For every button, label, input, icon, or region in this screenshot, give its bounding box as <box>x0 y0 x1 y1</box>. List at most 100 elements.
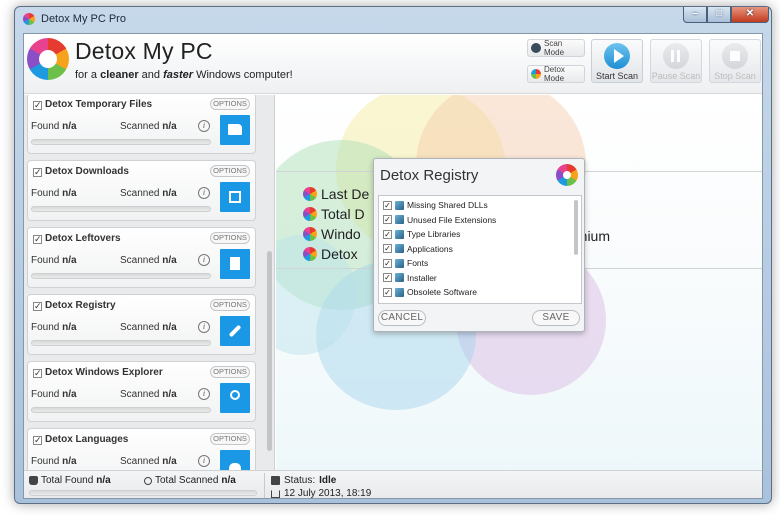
registry-option-label: Unused File Extensions <box>407 214 497 225</box>
registry-option-item[interactable]: ✓ Applications <box>383 242 453 256</box>
scanned-value: n/a <box>162 121 177 132</box>
total-scanned-value: n/a <box>221 475 236 486</box>
info-icon[interactable]: i <box>198 120 210 132</box>
scanned-value: n/a <box>162 456 177 467</box>
maximize-button[interactable]: □ <box>707 7 731 23</box>
info-icon[interactable]: i <box>198 254 210 266</box>
module-options-button[interactable]: OPTIONS <box>210 299 250 311</box>
scanned-value: n/a <box>162 188 177 199</box>
date-line: 12 July 2013, 18:19 <box>271 488 372 499</box>
scan-mode-button[interactable]: Scan Mode <box>527 39 585 57</box>
maximize-icon: □ <box>715 8 723 19</box>
module-title: Detox Registry <box>45 300 116 311</box>
module-checkbox[interactable]: ✓ <box>33 235 42 244</box>
minimize-button[interactable]: – <box>683 7 707 23</box>
minimize-icon: – <box>692 8 698 19</box>
registry-option-item[interactable]: ✓ Missing Shared DLLs <box>383 198 488 212</box>
module-checkbox[interactable]: ✓ <box>33 168 42 177</box>
found-label: Found <box>31 255 60 266</box>
registry-option-item[interactable]: ✓ Fonts <box>383 256 428 270</box>
info-icon[interactable]: i <box>198 321 210 333</box>
module-action-button[interactable] <box>220 450 250 470</box>
dialog-title: Detox Registry <box>380 167 479 184</box>
module-options-button[interactable]: OPTIONS <box>210 232 250 244</box>
registry-option-checkbox[interactable]: ✓ <box>383 287 392 297</box>
module-found: Found n/a <box>31 456 77 467</box>
found-label: Found <box>31 456 60 467</box>
dialog-logo-icon <box>556 164 578 186</box>
module-card: ✓ Detox Leftovers OPTIONS Found n/a Scanned … <box>27 227 256 288</box>
registry-option-checkbox[interactable]: ✓ <box>383 215 392 224</box>
magnifier-icon <box>230 390 240 400</box>
registry-option-item[interactable]: ✓ Installer <box>383 271 437 285</box>
registry-options-list[interactable]: ✓ Missing Shared DLLs ✓ Unused File Extensi… <box>378 195 582 304</box>
registry-cube-icon <box>395 287 404 297</box>
tagline-bold-cleaner: cleaner <box>100 69 139 81</box>
info-row-total-detox: Total D <box>303 206 365 222</box>
scanned-label: Scanned <box>120 121 160 132</box>
info-icon[interactable]: i <box>198 187 210 199</box>
module-action-button[interactable] <box>220 182 250 212</box>
start-scan-label: Start Scan <box>595 71 639 81</box>
registry-option-checkbox[interactable]: ✓ <box>383 200 392 210</box>
registry-cube-icon <box>395 229 404 239</box>
module-action-button[interactable] <box>220 249 250 279</box>
module-checkbox[interactable]: ✓ <box>33 101 42 110</box>
info-icon[interactable]: i <box>198 455 210 467</box>
save-button[interactable]: SAVE <box>532 310 580 326</box>
wrench-icon <box>228 324 242 338</box>
tagline-post: Windows computer! <box>193 69 293 81</box>
info-row-label: Total D <box>321 206 365 222</box>
module-card: ✓ Detox Downloads OPTIONS Found n/a Scanned … <box>27 160 256 221</box>
module-checkbox[interactable]: ✓ <box>33 302 42 311</box>
pause-icon <box>663 43 689 69</box>
module-card: ✓ Detox Languages OPTIONS Found n/a Scanned … <box>27 428 256 470</box>
module-action-button[interactable] <box>220 316 250 346</box>
registry-cube-icon <box>395 273 404 282</box>
status-line: Status: Idle <box>271 475 336 486</box>
registry-option-checkbox[interactable]: ✓ <box>383 244 392 253</box>
detox-mode-icon <box>531 69 541 79</box>
header: Detox My PC for a cleaner and faster Win… <box>24 34 762 94</box>
people-icon <box>229 463 241 470</box>
registry-option-checkbox[interactable]: ✓ <box>383 229 392 239</box>
module-card: ✓ Detox Registry OPTIONS Found n/a Scanned n… <box>27 294 256 355</box>
module-options-button[interactable]: OPTIONS <box>210 433 250 445</box>
info-icon[interactable]: i <box>198 388 210 400</box>
module-action-button[interactable] <box>220 115 250 145</box>
scanned-label: Scanned <box>120 456 160 467</box>
close-button[interactable]: ✕ <box>731 7 769 23</box>
title-bar[interactable]: Detox My PC Pro – □ ✕ <box>15 7 771 33</box>
module-card: ✓ Detox Windows Explorer OPTIONS Found n/a S… <box>27 361 256 422</box>
module-progress-bar <box>31 340 211 346</box>
status-date: 12 July 2013, 18:19 <box>284 488 372 499</box>
module-progress-bar <box>31 273 211 279</box>
module-action-button[interactable] <box>220 383 250 413</box>
registry-option-label: Missing Shared DLLs <box>407 200 488 210</box>
start-scan-button[interactable]: Start Scan <box>591 39 643 83</box>
registry-option-checkbox[interactable]: ✓ <box>383 273 392 282</box>
status-value: Idle <box>319 475 337 486</box>
total-scanned-label: Total Scanned <box>155 475 219 486</box>
module-options-button[interactable]: OPTIONS <box>210 98 250 110</box>
module-options-button[interactable]: OPTIONS <box>210 165 250 177</box>
module-progress-bar <box>31 407 211 413</box>
detox-mode-button[interactable]: Detox Mode <box>527 65 585 83</box>
registry-option-item[interactable]: ✓ Type Libraries <box>383 227 460 241</box>
registry-option-item[interactable]: ✓ Unused File Extensions <box>383 213 496 227</box>
dialog-scrollbar-thumb[interactable] <box>574 200 578 255</box>
scanned-value: n/a <box>162 322 177 333</box>
module-checkbox[interactable]: ✓ <box>33 436 42 445</box>
module-scanned: Scanned n/a <box>120 188 177 199</box>
registry-option-checkbox[interactable]: ✓ <box>383 258 392 268</box>
info-row-last-detox: Last De <box>303 186 369 202</box>
scanned-label: Scanned <box>120 322 160 333</box>
module-checkbox[interactable]: ✓ <box>33 369 42 378</box>
pause-scan-button[interactable]: Pause Scan <box>650 39 702 83</box>
registry-option-item[interactable]: ✓ Obsolete Software <box>383 285 477 299</box>
cancel-button[interactable]: CANCEL <box>378 310 426 326</box>
stop-icon <box>722 43 748 69</box>
module-scrollbar-thumb[interactable] <box>267 251 272 451</box>
stop-scan-button[interactable]: Stop Scan <box>709 39 761 83</box>
module-options-button[interactable]: OPTIONS <box>210 366 250 378</box>
